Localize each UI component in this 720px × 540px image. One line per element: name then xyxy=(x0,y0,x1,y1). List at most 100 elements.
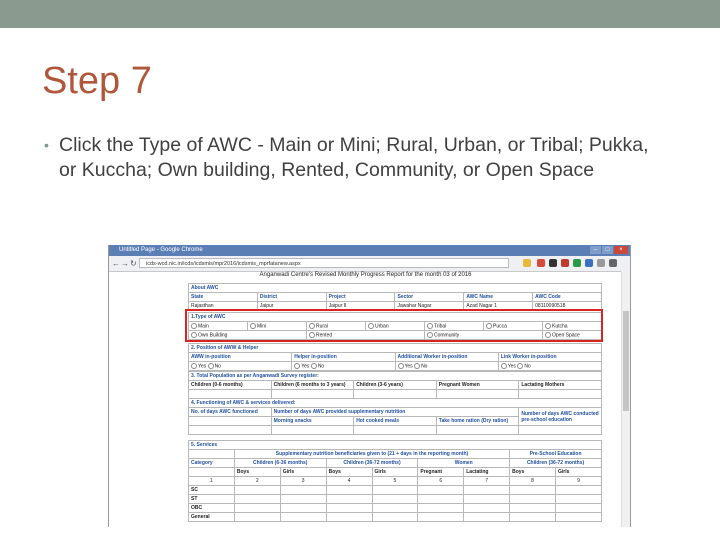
input-cell[interactable] xyxy=(325,494,373,504)
input-cell[interactable] xyxy=(233,503,281,513)
url-input[interactable]: icds-wcd.nic.in/icds/icdsmis/mpr2016/icd… xyxy=(139,258,509,268)
input-cell[interactable] xyxy=(270,425,355,435)
slide-title: Step 7 xyxy=(42,60,152,102)
input-cell[interactable] xyxy=(509,485,556,495)
input-cell[interactable] xyxy=(233,485,281,495)
input-cell[interactable] xyxy=(279,485,327,495)
input-cell[interactable] xyxy=(371,485,419,495)
input-cell[interactable] xyxy=(279,512,327,522)
input-cell[interactable] xyxy=(371,503,419,513)
column-header: Boys xyxy=(233,467,281,477)
aww-radio-group[interactable]: Yes No xyxy=(187,361,293,371)
extension-icon[interactable] xyxy=(561,259,569,267)
maximize-icon[interactable]: □ xyxy=(602,246,613,254)
report-header: Anganwadi Centre's Revised Monthly Progr… xyxy=(259,272,472,278)
additional-radio-group[interactable]: Yes No xyxy=(394,361,499,371)
input-cell[interactable] xyxy=(417,485,465,495)
link-radio-group[interactable]: Yes No xyxy=(497,361,603,371)
input-cell[interactable] xyxy=(325,503,373,513)
extension-icon[interactable] xyxy=(573,259,581,267)
about-awc-table: About AWC State District Project Sector … xyxy=(188,283,602,311)
input-cell[interactable] xyxy=(188,416,272,426)
input-cell[interactable] xyxy=(233,494,281,504)
position-table: 2. Position of AWW & Helper AWW in-posit… xyxy=(187,343,603,371)
radio-icon[interactable] xyxy=(517,362,524,369)
column-header: Girls xyxy=(371,467,419,477)
input-cell[interactable] xyxy=(417,494,465,504)
bullet-dot-icon: • xyxy=(44,137,49,153)
column-header: Children (6 months to 3 years) xyxy=(270,380,355,390)
radio-icon[interactable] xyxy=(191,362,197,369)
scrollbar-thumb[interactable] xyxy=(623,311,629,411)
close-icon[interactable]: × xyxy=(614,246,628,254)
helper-radio-group[interactable]: Yes No xyxy=(291,361,396,371)
input-cell[interactable] xyxy=(509,512,556,522)
column-header: Girls xyxy=(555,467,602,477)
column-header: Boys xyxy=(509,467,556,477)
minimize-icon[interactable]: – xyxy=(590,246,601,254)
radio-icon[interactable] xyxy=(414,362,421,369)
input-cell[interactable] xyxy=(463,494,511,504)
input-cell[interactable] xyxy=(463,512,511,522)
input-cell[interactable] xyxy=(435,425,520,435)
column-header: Pregnant xyxy=(417,467,465,477)
input-cell[interactable] xyxy=(509,494,556,504)
radio-icon[interactable] xyxy=(500,362,507,369)
row-label: OBC xyxy=(188,503,235,513)
star-icon[interactable] xyxy=(523,259,531,267)
input-cell[interactable] xyxy=(555,485,602,495)
radio-icon[interactable] xyxy=(207,362,214,369)
reload-icon[interactable]: ↻ xyxy=(130,259,137,268)
column-header: AWC Code xyxy=(532,292,602,302)
radio-icon[interactable] xyxy=(310,362,317,369)
extension-icon[interactable] xyxy=(537,259,545,267)
input-cell[interactable] xyxy=(555,494,602,504)
back-icon[interactable]: ← xyxy=(112,259,120,268)
input-cell[interactable] xyxy=(188,425,272,435)
input-cell[interactable] xyxy=(371,494,419,504)
column-header: Number of days AWC conducted pre-school … xyxy=(518,407,602,426)
column-header: Take home ration (Dry ration) xyxy=(435,416,520,426)
input-cell[interactable] xyxy=(555,503,602,513)
menu-icon[interactable] xyxy=(609,259,617,267)
input-cell[interactable] xyxy=(279,503,327,513)
input-cell[interactable] xyxy=(325,485,373,495)
slide-top-bar xyxy=(0,0,720,28)
radio-icon[interactable] xyxy=(397,362,404,369)
column-header: AWW in-position xyxy=(187,352,293,362)
bullet-text: Click the Type of AWC - Main or Mini; Ru… xyxy=(59,134,649,181)
column-header: Children (36-72 months) xyxy=(509,458,602,468)
input-cell[interactable] xyxy=(518,425,602,435)
input-cell[interactable] xyxy=(353,425,437,435)
row-label: General xyxy=(188,512,235,522)
column-header: Helper in-position xyxy=(291,352,396,362)
extension-icon[interactable] xyxy=(549,259,557,267)
column-header: District xyxy=(256,292,327,302)
column-number: 2 xyxy=(233,476,281,486)
column-number: 4 xyxy=(325,476,373,486)
input-cell[interactable] xyxy=(325,512,373,522)
column-header: Supplementary nutrition beneficiaries gi… xyxy=(233,449,511,459)
input-cell[interactable] xyxy=(279,494,327,504)
column-header: Sector xyxy=(394,292,465,302)
input-cell[interactable] xyxy=(417,503,465,513)
input-cell[interactable] xyxy=(371,512,419,522)
functioning-table: 4. Functioning of AWC & services deliver… xyxy=(188,398,602,435)
extension-icon[interactable] xyxy=(585,259,593,267)
page-scrollbar[interactable] xyxy=(621,271,630,527)
input-cell[interactable] xyxy=(509,503,556,513)
input-cell[interactable] xyxy=(463,503,511,513)
column-header: Children (0-6 months) xyxy=(188,380,272,390)
input-cell[interactable] xyxy=(463,485,511,495)
forward-icon[interactable]: → xyxy=(121,259,129,268)
column-header: Girls xyxy=(279,467,327,477)
input-cell[interactable] xyxy=(233,512,281,522)
extension-icon[interactable] xyxy=(597,259,605,267)
input-cell[interactable] xyxy=(555,512,602,522)
blank-cell xyxy=(188,467,235,477)
input-cell[interactable] xyxy=(417,512,465,522)
population-table: 3. Total Population as per Anganwadi Sur… xyxy=(188,371,602,399)
window-controls: – □ × xyxy=(590,246,628,255)
services-table: 5. Services Supplementary nutrition bene… xyxy=(188,440,602,522)
radio-icon[interactable] xyxy=(294,362,301,369)
